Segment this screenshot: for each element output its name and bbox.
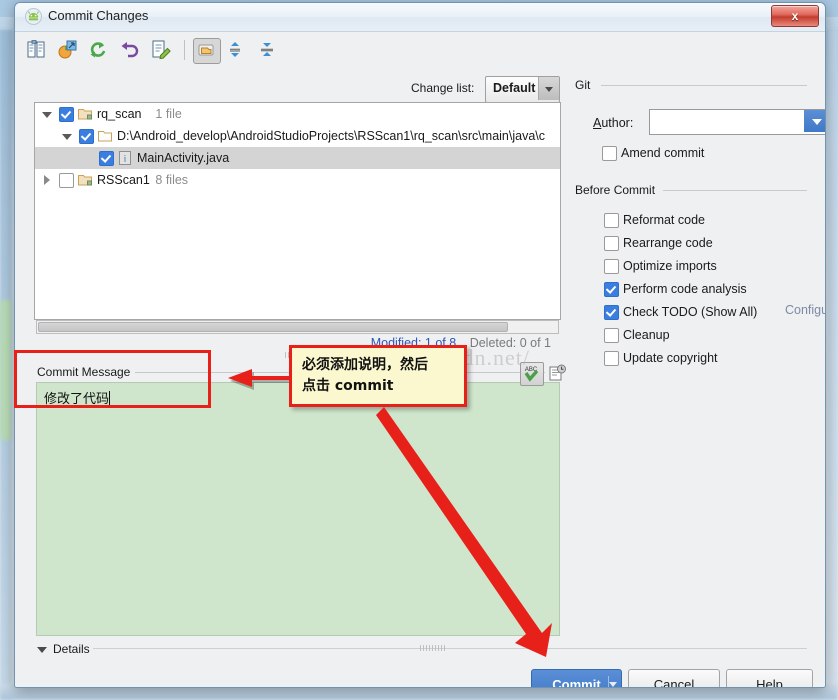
tree-horizontal-scrollbar[interactable] xyxy=(36,320,559,334)
tree-twisty-down-icon[interactable] xyxy=(61,125,73,147)
message-history-icon[interactable] xyxy=(548,364,566,382)
edit-source-icon[interactable] xyxy=(148,38,174,62)
changed-files-tree[interactable]: rq_scan 1 file D:\Android_develop\AndroidS… xyxy=(34,102,561,320)
checkbox-box[interactable] xyxy=(604,236,619,251)
folder-icon xyxy=(97,128,113,144)
author-dropdown-icon[interactable] xyxy=(804,110,825,132)
tree-row[interactable]: i MainActivity.java xyxy=(35,147,560,169)
commit-button-label: Commit xyxy=(552,677,601,688)
commit-message-input[interactable]: 修改了代码 xyxy=(36,382,560,636)
before-commit-item-label: Perform code analysis xyxy=(623,282,747,296)
background-right-strip xyxy=(828,30,838,690)
changelist-selected-value: Default xyxy=(493,81,536,95)
annotation-callout: 必须添加说明，然后 点击 commit xyxy=(289,345,467,407)
commit-button[interactable]: Commit xyxy=(531,669,622,688)
checkbox-box[interactable] xyxy=(604,213,619,228)
dialog-title: Commit Changes xyxy=(48,8,149,23)
tree-row-filecount: 1 file xyxy=(155,107,182,121)
close-button[interactable]: x xyxy=(771,5,819,27)
tree-row[interactable]: RSScan1 8 files xyxy=(35,169,560,191)
before-commit-group-title: Before Commit xyxy=(575,183,662,197)
commit-message-value: 修改了代码 xyxy=(44,391,111,407)
tree-twisty-right-icon[interactable] xyxy=(41,169,53,191)
author-label: Author: xyxy=(593,116,633,130)
before-commit-item-label: Rearrange code xyxy=(623,236,713,250)
tree-row[interactable]: rq_scan 1 file xyxy=(35,103,560,125)
before-commit-item-label: Update copyright xyxy=(623,351,718,365)
background-editor-strip xyxy=(0,300,11,440)
details-splitter-handle[interactable] xyxy=(420,645,446,651)
git-group-title: Git xyxy=(575,78,597,92)
checkbox-box[interactable] xyxy=(604,305,619,320)
android-robot-icon xyxy=(25,8,42,25)
commit-message-label: Commit Message xyxy=(37,365,136,379)
spellcheck-abc-icon[interactable]: ABC xyxy=(520,362,544,386)
module-folder-icon xyxy=(77,172,93,188)
before-commit-group-line xyxy=(663,190,807,191)
details-label: Details xyxy=(53,642,90,656)
before-commit-item-label: Optimize imports xyxy=(623,259,717,273)
configure-link[interactable]: Configure xyxy=(785,303,825,317)
tree-row[interactable]: D:\Android_develop\AndroidStudioProjects… xyxy=(35,125,560,147)
tree-row-checkbox[interactable] xyxy=(79,129,94,144)
amend-commit-label: Amend commit xyxy=(621,146,705,160)
author-field[interactable] xyxy=(649,109,825,135)
tree-row-filecount: 8 files xyxy=(155,173,189,187)
text-caret xyxy=(109,391,111,405)
callout-line-1: 必须添加说明，然后 xyxy=(302,357,428,373)
refresh-icon[interactable] xyxy=(86,38,112,62)
dialog-titlebar[interactable]: Commit Changes x xyxy=(15,3,825,32)
help-button[interactable]: Help xyxy=(726,669,813,687)
before-commit-item-label: Cleanup xyxy=(623,328,670,342)
tree-row-checkbox[interactable] xyxy=(59,107,74,122)
git-group-line xyxy=(601,85,807,86)
checkbox-box[interactable] xyxy=(604,351,619,366)
toolbar-separator xyxy=(183,40,185,60)
deleted-count: Deleted: 0 of 1 xyxy=(469,336,551,350)
tree-row-checkbox[interactable] xyxy=(99,151,114,166)
annotation-callout-text: 必须添加说明，然后 点击 commit xyxy=(302,355,428,397)
changelist-label: Change list: xyxy=(411,81,474,95)
collapse-all-icon[interactable] xyxy=(258,38,284,62)
move-to-changelist-icon[interactable] xyxy=(54,38,80,62)
before-commit-item-label: Check TODO (Show All) xyxy=(623,305,758,319)
expand-all-icon[interactable] xyxy=(226,38,252,62)
checkbox-box[interactable] xyxy=(604,259,619,274)
checkbox-box[interactable] xyxy=(604,328,619,343)
java-file-icon: i xyxy=(117,150,133,166)
changelist-label-text: Change list: xyxy=(411,81,475,95)
show-diff-icon[interactable] xyxy=(23,38,49,62)
changes-toolbar xyxy=(23,38,383,66)
chevron-down-icon[interactable] xyxy=(609,682,617,687)
chevron-down-icon[interactable] xyxy=(538,77,559,100)
scrollbar-thumb[interactable] xyxy=(38,322,508,332)
tree-twisty-down-icon[interactable] xyxy=(41,103,53,125)
rollback-icon[interactable] xyxy=(117,38,143,62)
checkbox-box[interactable] xyxy=(604,282,619,297)
tree-row-label: RSScan1 xyxy=(97,173,150,187)
tree-row-checkbox[interactable] xyxy=(59,173,74,188)
tree-row-label: MainActivity.java xyxy=(137,151,230,165)
chevron-down-icon xyxy=(37,647,47,653)
before-commit-item-label: Reformat code xyxy=(623,213,705,227)
checkbox-box[interactable] xyxy=(602,146,617,161)
module-folder-icon xyxy=(77,106,93,122)
changelist-select[interactable]: Default xyxy=(485,76,560,103)
author-label-text: uthor: xyxy=(601,116,634,130)
cancel-button[interactable]: Cancel xyxy=(628,669,720,687)
callout-line-2: 点击 commit xyxy=(302,378,394,394)
details-line xyxy=(93,648,807,649)
group-by-directory-icon[interactable] xyxy=(193,38,222,64)
tree-row-label: rq_scan xyxy=(97,107,142,121)
tree-row-label: D:\Android_develop\AndroidStudioProjects… xyxy=(117,129,546,143)
